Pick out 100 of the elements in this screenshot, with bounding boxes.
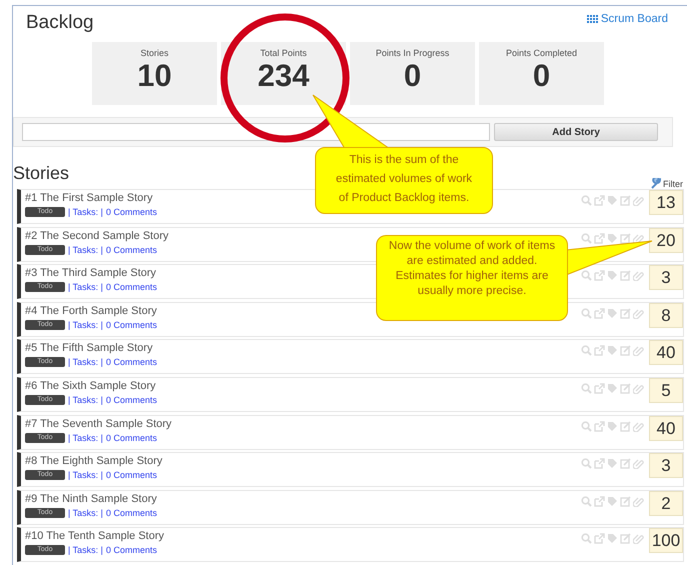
comments-link[interactable]: 0 Comments — [106, 470, 158, 480]
edit-icon[interactable] — [620, 533, 631, 544]
search-icon[interactable] — [581, 496, 592, 507]
search-icon[interactable] — [581, 533, 592, 544]
search-icon[interactable] — [581, 420, 592, 432]
share-icon[interactable] — [594, 382, 605, 394]
paperclip-icon[interactable] — [633, 458, 644, 470]
search-icon[interactable] — [581, 458, 592, 470]
page-title: Backlog — [26, 12, 94, 34]
paperclip-icon[interactable] — [633, 308, 644, 319]
scrum-board-link[interactable]: Scrum Board — [586, 13, 668, 25]
story-points: 13 — [649, 190, 683, 215]
filter-link[interactable]: Filter — [651, 178, 683, 189]
search-icon[interactable] — [581, 345, 592, 356]
comments-link[interactable]: 0 Comments — [106, 320, 158, 330]
tag-icon[interactable] — [607, 533, 618, 544]
comments-link[interactable]: 0 Comments — [106, 207, 158, 217]
callout-note: Now the volume of work of items are estimated and added. Estimates for higher items are usually more precise. — [376, 235, 568, 321]
tag-icon[interactable] — [607, 195, 618, 206]
search-icon[interactable] — [581, 308, 592, 319]
share-icon[interactable] — [594, 458, 605, 470]
comments-link[interactable]: 0 Comments — [106, 244, 158, 255]
stat-label: Points Completed — [506, 48, 578, 58]
tasks-link[interactable]: | Tasks: | — [68, 207, 104, 217]
stat-value: 10 — [137, 58, 172, 94]
share-icon[interactable] — [594, 308, 605, 319]
share-icon[interactable] — [594, 420, 605, 432]
search-icon[interactable] — [581, 195, 592, 206]
tag-icon[interactable] — [607, 232, 618, 244]
paperclip-icon[interactable] — [633, 496, 644, 507]
tag-icon[interactable] — [607, 382, 618, 394]
edit-icon[interactable] — [620, 420, 631, 432]
share-icon[interactable] — [594, 496, 605, 507]
tag-icon[interactable] — [607, 496, 618, 507]
wrench-icon — [651, 178, 662, 189]
comments-link[interactable]: 0 Comments — [106, 357, 158, 368]
search-icon[interactable] — [581, 232, 592, 244]
stories-heading: Stories — [13, 163, 70, 184]
paperclip-icon[interactable] — [633, 270, 644, 282]
edit-icon[interactable] — [620, 458, 631, 470]
edit-icon[interactable] — [620, 382, 631, 394]
stat-value: 0 — [404, 58, 422, 94]
tag-icon[interactable] — [607, 345, 618, 356]
stat-value: 0 — [532, 58, 550, 94]
share-icon[interactable] — [594, 533, 605, 544]
tasks-link[interactable]: | Tasks: | — [68, 508, 104, 518]
grid-icon — [586, 14, 598, 24]
tag-icon[interactable] — [607, 458, 618, 470]
paperclip-icon[interactable] — [633, 195, 644, 206]
tasks-link[interactable]: | Tasks: | — [68, 545, 104, 556]
tag-icon[interactable] — [607, 270, 618, 282]
story-title: #2 The Second Sample Story — [25, 230, 168, 242]
edit-icon[interactable] — [620, 308, 631, 319]
edit-icon[interactable] — [620, 195, 631, 206]
add-story-button[interactable]: Add Story — [494, 123, 658, 141]
comments-link[interactable]: 0 Comments — [106, 545, 158, 556]
story-points: 8 — [649, 302, 683, 328]
story-title: #8 The Eighth Sample Story — [25, 455, 162, 468]
tasks-link[interactable]: | Tasks: | — [68, 282, 104, 292]
search-icon[interactable] — [581, 382, 592, 394]
story-points: 3 — [649, 265, 683, 290]
story-title: #4 The Forth Sample Story — [25, 304, 157, 317]
tasks-link[interactable]: | Tasks: | — [68, 244, 104, 255]
edit-icon[interactable] — [620, 232, 631, 244]
stat-label: Stories — [140, 48, 168, 58]
tasks-link[interactable]: | Tasks: | — [68, 470, 104, 480]
story-title: #1 The First Sample Story — [25, 192, 153, 204]
story-points: 40 — [649, 340, 683, 366]
tasks-link[interactable]: | Tasks: | — [68, 394, 104, 405]
edit-icon[interactable] — [620, 496, 631, 507]
stat-label: Total Points — [260, 48, 307, 58]
tasks-link[interactable]: | Tasks: | — [68, 432, 104, 443]
story-points: 100 — [649, 528, 683, 554]
paperclip-icon[interactable] — [633, 382, 644, 394]
tasks-link[interactable]: | Tasks: | — [68, 357, 104, 368]
share-icon[interactable] — [594, 270, 605, 282]
story-title: #3 The Third Sample Story — [25, 267, 156, 280]
stat-label: Points In Progress — [376, 48, 450, 58]
share-icon[interactable] — [594, 195, 605, 206]
paperclip-icon[interactable] — [633, 420, 644, 432]
story-points: 20 — [649, 228, 683, 253]
search-icon[interactable] — [581, 270, 592, 282]
share-icon[interactable] — [594, 232, 605, 244]
story-points: 5 — [649, 378, 683, 403]
edit-icon[interactable] — [620, 345, 631, 356]
tag-icon[interactable] — [607, 308, 618, 319]
paperclip-icon[interactable] — [633, 533, 644, 544]
paperclip-icon[interactable] — [633, 345, 644, 356]
comments-link[interactable]: 0 Comments — [106, 394, 158, 405]
paperclip-icon[interactable] — [633, 232, 644, 244]
story-points: 2 — [649, 490, 683, 516]
share-icon[interactable] — [594, 345, 605, 356]
story-points: 40 — [649, 416, 683, 441]
comments-link[interactable]: 0 Comments — [106, 508, 158, 518]
comments-link[interactable]: 0 Comments — [106, 432, 158, 443]
tasks-link[interactable]: | Tasks: | — [68, 320, 104, 330]
comments-link[interactable]: 0 Comments — [106, 282, 158, 292]
edit-icon[interactable] — [620, 270, 631, 282]
tag-icon[interactable] — [607, 420, 618, 432]
story-title: #9 The Ninth Sample Story — [25, 492, 157, 505]
